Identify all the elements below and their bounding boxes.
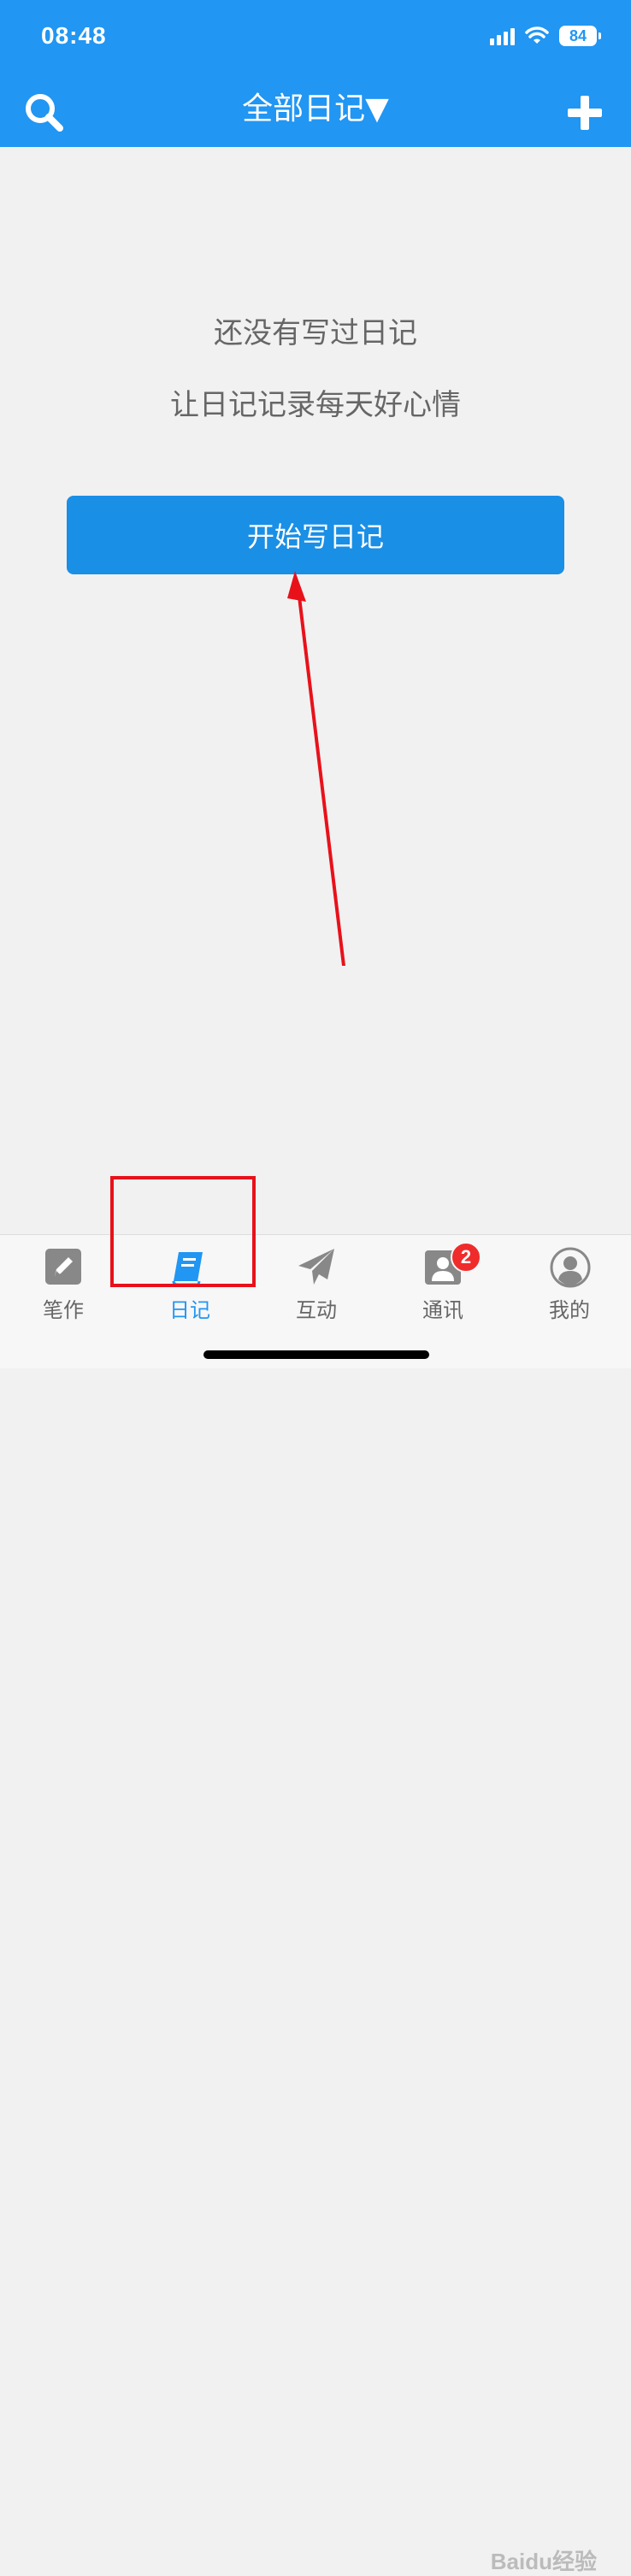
tab-me[interactable]: 我的 <box>506 1235 631 1329</box>
paper-plane-icon <box>297 1247 336 1286</box>
person-icon <box>550 1247 591 1288</box>
status-time: 08:48 <box>41 22 107 49</box>
wifi-icon <box>525 26 549 44</box>
contacts-icon: 2 <box>423 1242 481 1286</box>
tab-label: 我的 <box>549 1298 590 1322</box>
tab-interact[interactable]: 互动 <box>253 1235 380 1329</box>
diary-filter-dropdown[interactable]: 全部日记▼ <box>0 84 631 128</box>
watermark: Baidu经验 <box>490 2549 597 2574</box>
empty-state-title: 还没有写过日记 <box>214 316 417 350</box>
app-header: 08:48 84 全部日记▼ <box>0 0 631 147</box>
notification-badge: 2 <box>451 1242 481 1273</box>
pencil-icon <box>44 1247 83 1286</box>
home-indicator[interactable] <box>203 1350 429 1359</box>
empty-state-subtitle: 让日记记录每天好心情 <box>170 388 461 422</box>
bottom-tab-bar: 笔作 日记 互动 2 通讯 我的 Baidu经验 <box>0 1234 631 2574</box>
annotation-arrow <box>287 571 345 966</box>
tab-diary[interactable]: 日记 <box>127 1235 253 1329</box>
status-icons: 84 <box>490 26 601 46</box>
tab-write[interactable]: 笔作 <box>0 1235 127 1329</box>
tab-label: 通讯 <box>422 1298 463 1322</box>
tab-label: 日记 <box>169 1298 210 1322</box>
tab-label: 笔作 <box>43 1298 84 1322</box>
add-icon[interactable] <box>566 94 604 132</box>
signal-icon <box>490 26 515 45</box>
start-diary-button[interactable]: 开始写日记 <box>67 496 564 574</box>
tab-contacts[interactable]: 2 通讯 <box>380 1235 506 1329</box>
book-icon <box>170 1247 209 1286</box>
battery-indicator: 84 <box>559 26 601 46</box>
tab-label: 互动 <box>296 1298 337 1322</box>
